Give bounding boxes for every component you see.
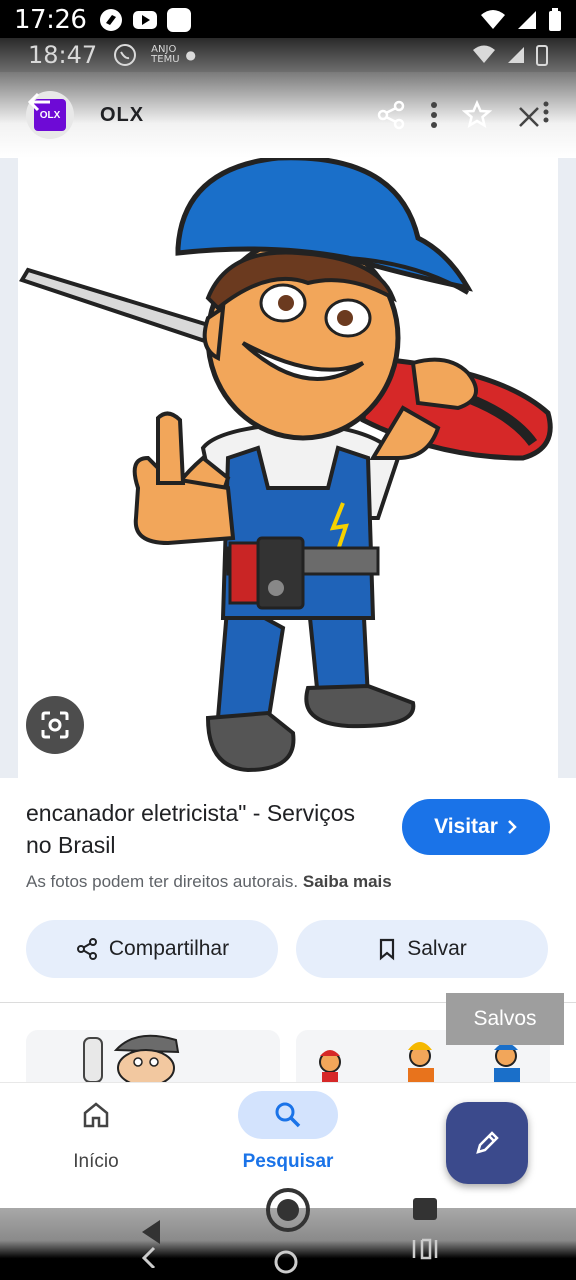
search-icon-box	[238, 1091, 338, 1139]
status-bar: 17:26	[0, 0, 576, 40]
secondary-signal-icon	[508, 47, 524, 63]
related-cartoon-thumbnail	[26, 1030, 280, 1082]
save-button[interactable]: Salvar	[296, 920, 548, 978]
share-button[interactable]: Compartilhar	[26, 920, 278, 978]
visit-label: Visitar	[434, 815, 498, 838]
share-icon	[76, 938, 97, 960]
secondary-app-label-2: TEMU	[151, 54, 180, 65]
copyright-text: As fotos podem ter direitos autorais.	[26, 872, 299, 891]
wifi-icon	[481, 10, 505, 29]
related-image-card[interactable]	[26, 1030, 280, 1082]
site-favicon[interactable]: OLX	[26, 91, 74, 139]
secondary-battery-icon	[536, 45, 548, 66]
secondary-status-bar: 18:47 ANJO TEMU ●	[0, 38, 576, 72]
battery-icon	[549, 8, 561, 31]
nav-search[interactable]: Pesquisar	[218, 1083, 358, 1193]
result-title[interactable]: encanador eletricista" - Serviços no Bra…	[26, 797, 376, 861]
result-header: OLX OLX	[0, 72, 576, 158]
save-label: Salvar	[407, 937, 467, 960]
app-icon	[167, 8, 192, 32]
system-navigation-bar	[0, 1188, 576, 1280]
edit-fab-button[interactable]	[446, 1102, 528, 1184]
google-lens-button[interactable]	[26, 696, 84, 754]
pencil-icon	[476, 1131, 499, 1154]
copyright-notice: As fotos podem ter direitos autorais. Sa…	[26, 872, 392, 892]
visit-button[interactable]: Visitar	[402, 799, 550, 855]
back-arrow-icon[interactable]	[24, 87, 54, 117]
result-image[interactable]	[18, 155, 558, 778]
notification-app-icon	[100, 9, 123, 31]
system-home-icon[interactable]	[264, 1186, 312, 1278]
more-vert-icon[interactable]	[430, 100, 438, 130]
signal-icon	[518, 11, 536, 29]
nav-home-label: Início	[73, 1151, 119, 1172]
bookmark-icon	[380, 938, 395, 961]
whatsapp-icon	[114, 44, 137, 66]
secondary-time: 18:47	[28, 41, 98, 69]
secondary-wifi-icon	[473, 45, 495, 63]
share-icon[interactable]	[376, 100, 406, 130]
search-icon	[275, 1102, 301, 1128]
home-icon	[83, 1102, 109, 1128]
chevron-right-icon	[508, 820, 517, 834]
notification-icons	[98, 7, 192, 33]
secondary-app-label: ANJO TEMU	[151, 45, 179, 65]
lens-icon	[41, 711, 69, 739]
learn-more-link[interactable]: Saiba mais	[303, 872, 392, 891]
dot-icon: ●	[185, 48, 197, 62]
share-label: Compartilhar	[108, 937, 230, 960]
electrician-cartoon-image	[19, 155, 553, 773]
system-back-icon[interactable]	[136, 1218, 166, 1268]
nav-home[interactable]: Início	[26, 1083, 166, 1193]
youtube-icon	[133, 11, 158, 29]
image-preview-area	[0, 155, 576, 778]
close-icon[interactable]	[516, 100, 550, 130]
system-recents-icon[interactable]	[410, 1196, 440, 1266]
status-time: 17:26	[14, 5, 87, 35]
header-tools	[376, 100, 550, 130]
home-icon-box	[46, 1091, 146, 1139]
site-name[interactable]: OLX	[100, 104, 144, 127]
nav-search-label: Pesquisar	[242, 1151, 334, 1172]
saved-toast[interactable]: Salvos	[446, 993, 564, 1045]
star-icon[interactable]	[462, 100, 492, 130]
